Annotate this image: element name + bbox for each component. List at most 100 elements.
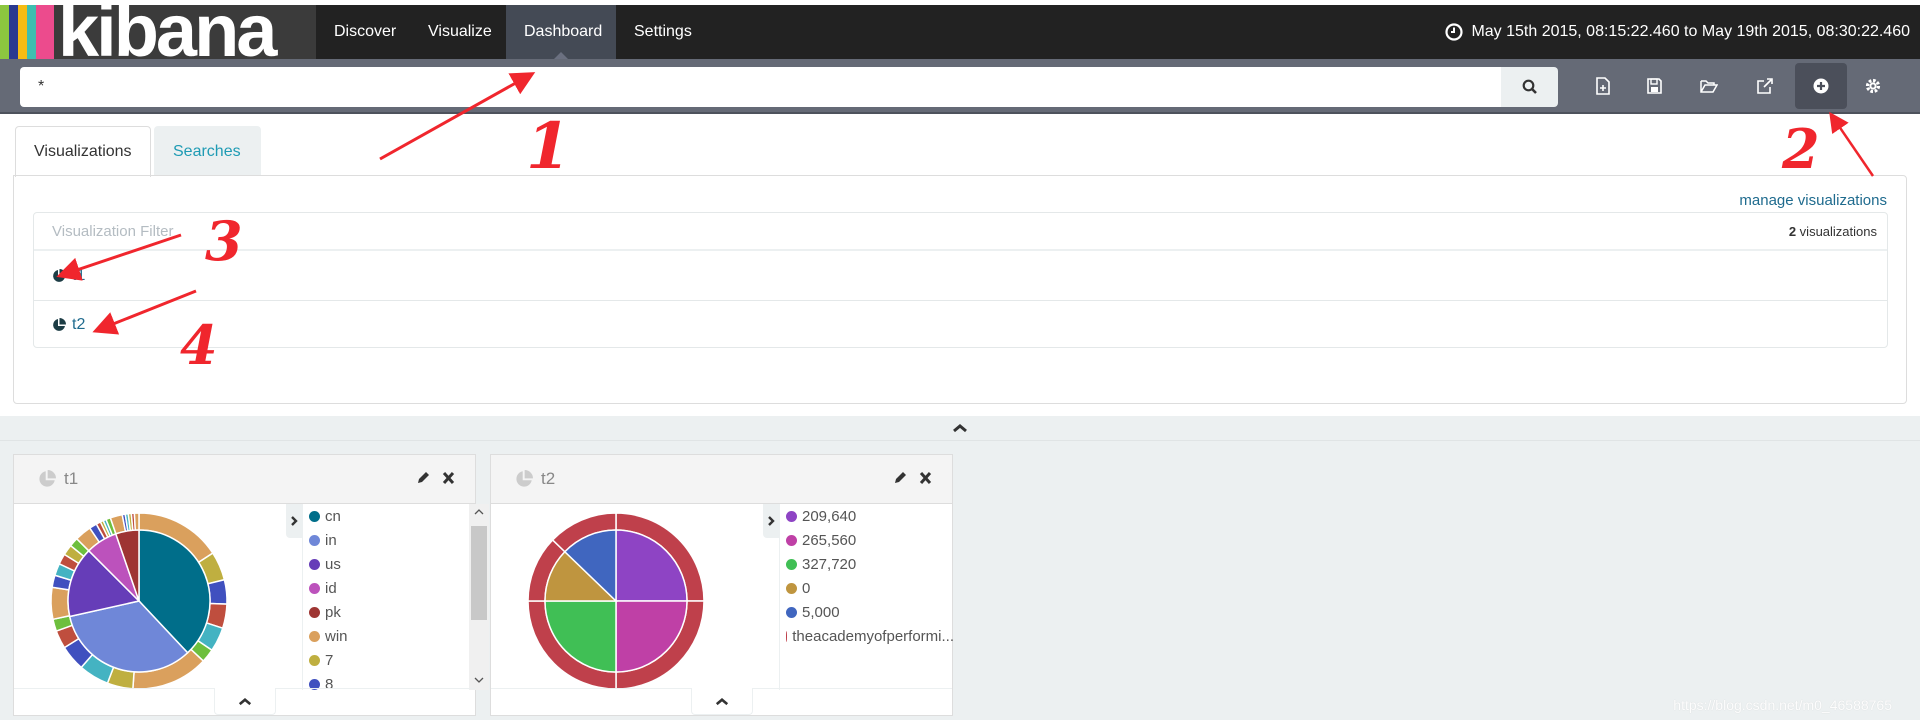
legend-item[interactable]: theacademyofperformi... [786,624,954,648]
expand-panel-button[interactable] [214,688,276,715]
visualization-list: 2 visualizations t1 t2 [33,212,1888,348]
legend-toggle-button[interactable] [763,504,779,538]
pie-chart-icon [53,268,66,282]
pie-outer-slice[interactable] [50,586,71,621]
count-number: 2 [1788,224,1797,239]
legend-label: 7 [325,651,334,669]
expand-panel-button[interactable] [691,688,753,715]
visualization-count: 2 visualizations [1789,224,1877,239]
pie-outer-slice[interactable] [133,512,140,531]
share-dashboard-button[interactable] [1739,63,1791,109]
annotation-number-2: 2 [1782,117,1820,181]
tab-visualizations[interactable]: Visualizations [15,126,151,177]
edit-pencil-icon[interactable] [416,471,430,485]
navbar: kibana Discover Visualize Dashboard Sett… [0,5,1920,59]
chevron-up-icon [953,424,967,433]
legend-item[interactable]: in [309,528,469,552]
chevron-up-icon [715,697,729,705]
clock-icon [1445,23,1464,41]
legend-item[interactable]: 0 [786,576,954,600]
nav-visualize[interactable]: Visualize [410,5,510,59]
legend-color-dot [786,558,797,570]
tab-searches[interactable]: Searches [154,126,261,176]
edit-pencil-icon[interactable] [893,471,907,485]
collapse-add-panel-button[interactable] [0,416,1920,441]
save-icon [1646,78,1662,94]
dashboard-panel-t1: t1 cn in us id pk win 7 8 [13,454,489,716]
legend-item[interactable]: 327,720 [786,552,954,576]
list-item-t1[interactable]: t1 [34,251,1887,300]
nav-settings[interactable]: Settings [616,5,710,59]
annotation-number-4: 4 [180,313,218,377]
legend-label: 265,560 [802,531,857,549]
pie-chart [527,512,705,690]
legend-label: us [325,555,341,573]
visualization-filter-input[interactable] [34,213,1887,251]
new-dashboard-button[interactable] [1577,63,1629,109]
time-picker[interactable]: May 15th 2015, 08:15:22.460 to May 19th … [1445,5,1910,59]
legend-color-dot [309,630,320,642]
scroll-down-icon[interactable] [474,676,484,684]
scrollbar-thumb[interactable] [471,526,487,620]
legend-color-dot [309,654,320,666]
pie-chart-icon [53,317,66,331]
legend-item[interactable]: us [309,552,469,576]
legend-item[interactable]: id [309,576,469,600]
legend-item[interactable]: 265,560 [786,528,954,552]
legend-item[interactable]: 209,640 [786,504,954,528]
legend-label: win [325,627,348,645]
legend-label: in [325,531,337,549]
legend-item[interactable]: cn [309,504,469,528]
legend-label: cn [325,507,341,525]
query-bar [0,59,1920,114]
legend-color-dot [786,510,797,522]
legend-color-dot [309,582,320,594]
panel-title: t1 [64,469,79,488]
pie-chart-icon [516,470,533,487]
legend-scrollbar[interactable] [469,504,489,690]
kibana-logo[interactable]: kibana [0,5,316,59]
nav-discover[interactable]: Discover [316,5,414,59]
manage-visualizations-link[interactable]: manage visualizations [1739,192,1887,209]
options-button[interactable] [1847,63,1899,109]
add-visualization-button[interactable] [1795,63,1847,109]
close-icon[interactable] [442,471,455,485]
watermark: https://blog.csdn.net/m0_46588765 [1673,697,1892,713]
legend-item[interactable]: pk [309,600,469,624]
legend-color-dot [309,558,320,570]
legend-color-dot [786,582,797,594]
legend-color-dot [786,606,797,618]
list-item-label: t1 [72,266,86,284]
dashboard-panel-t2: t2 209,640 265,560 327,720 0 5,000 theacademy… [490,454,954,716]
legend-item[interactable]: win [309,624,469,648]
panel-header: t2 [491,455,952,504]
legend-color-dot [309,510,320,522]
search-button[interactable] [1501,67,1558,107]
legend-item[interactable]: 7 [309,648,469,672]
legend-toggle-button[interactable] [286,504,302,538]
legend-color-dot [786,534,797,546]
legend-color-dot [309,534,320,546]
legend-color-dot [786,630,788,642]
open-dashboard-button[interactable] [1683,63,1735,109]
chevron-right-icon [291,516,298,526]
legend-color-dot [309,606,320,618]
pie-chart [50,512,228,690]
add-visualization-icon [1813,78,1829,94]
panel-footer [491,688,952,715]
scroll-up-icon[interactable] [474,508,484,516]
list-item-t2[interactable]: t2 [34,300,1887,348]
search-input[interactable] [20,67,1501,107]
open-icon [1700,79,1718,93]
new-dashboard-icon [1596,77,1610,95]
logo-wordmark: kibana [58,5,277,59]
visualization-picker: manage visualizations 2 visualizations t… [13,175,1907,404]
panel-footer [14,688,475,715]
legend-item[interactable]: 5,000 [786,600,954,624]
save-dashboard-button[interactable] [1628,63,1680,109]
nav-dashboard[interactable]: Dashboard [506,5,616,59]
chevron-up-icon [238,697,252,705]
options-gear-icon [1865,78,1881,94]
close-icon[interactable] [919,471,932,485]
add-panel-area: Visualizations Searches manage visualiza… [0,114,1920,416]
